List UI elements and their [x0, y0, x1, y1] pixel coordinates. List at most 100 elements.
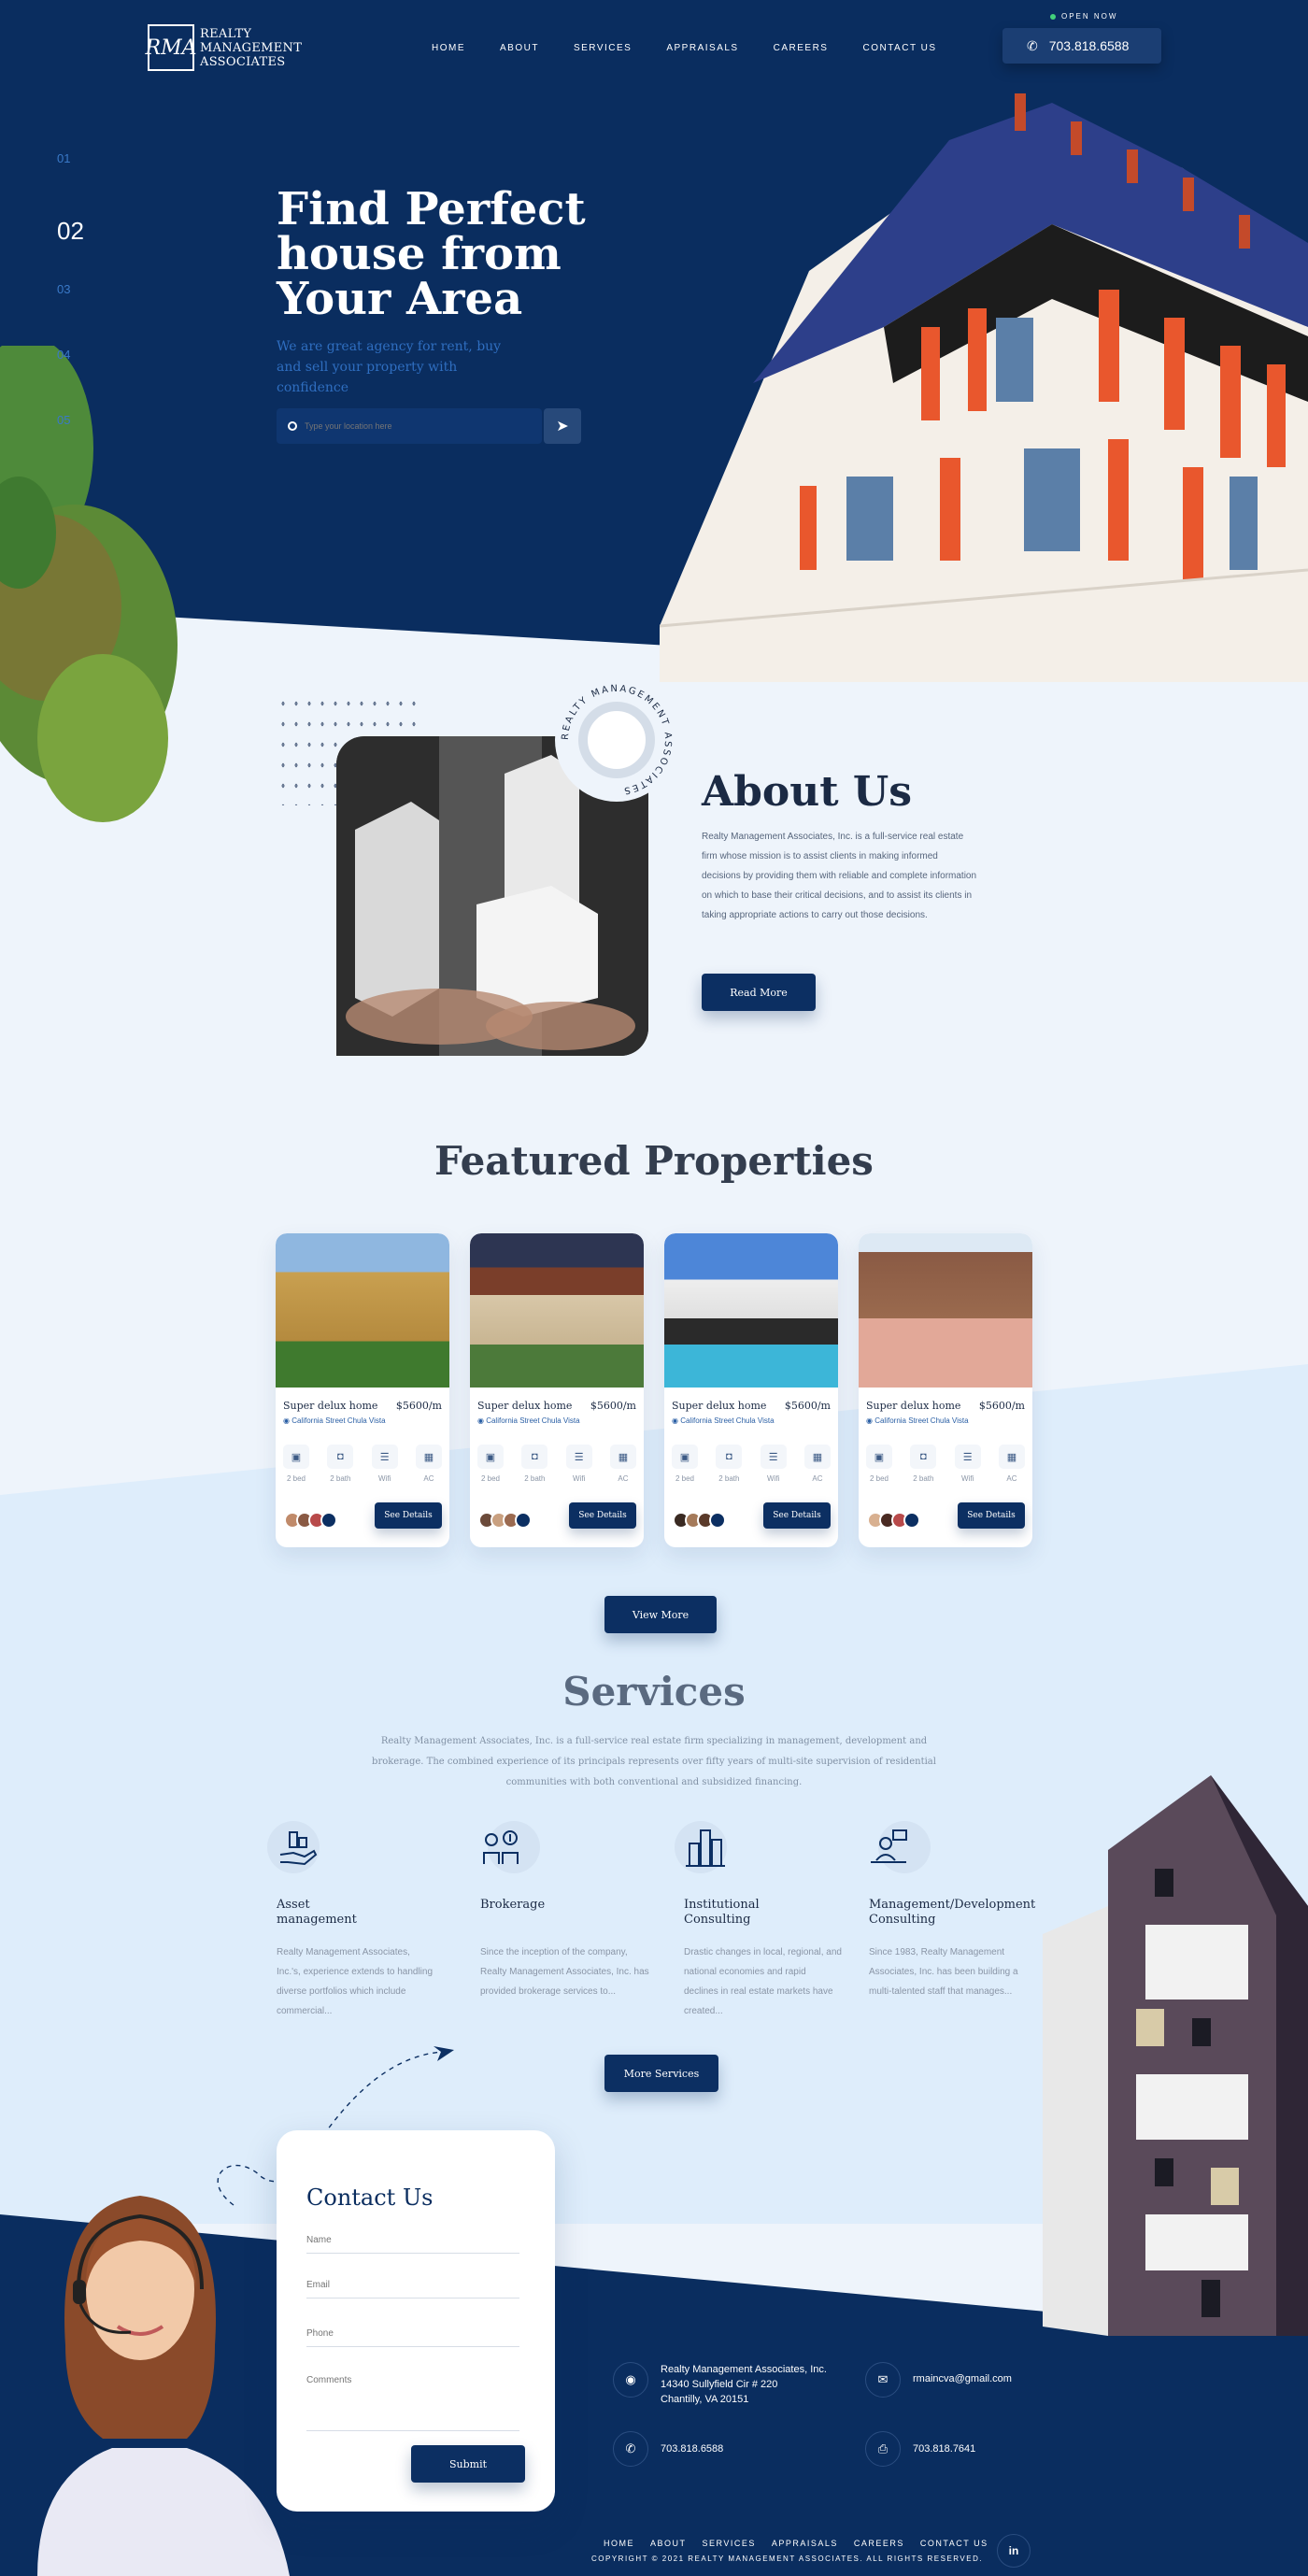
contact-title: Contact Us [306, 2185, 434, 2211]
footer-fax: 703.818.7641 [913, 2443, 976, 2455]
footer-nav-about[interactable]: ABOUT [650, 2539, 687, 2548]
property-photo [470, 1233, 644, 1388]
nav-contact-us[interactable]: CONTACT US [862, 43, 936, 53]
service-title: Brokerage [480, 1898, 545, 1913]
logo-line-2: MANAGEMENT [200, 40, 303, 55]
bed-icon: ▣ [477, 1445, 504, 1469]
amenity-label: Wifi [377, 1474, 391, 1483]
agent-avatars [673, 1512, 726, 1529]
skyscraper-icon [686, 1829, 725, 1867]
support-agent-image [37, 2196, 290, 2576]
property-price: $5600/m [784, 1400, 831, 1412]
consultant-desk-icon [871, 1829, 907, 1863]
footer-nav-home[interactable]: HOME [604, 2539, 634, 2548]
property-card[interactable]: Super delux home $5600/m ◉ California St… [470, 1233, 644, 1547]
footer-nav-services[interactable]: SERVICES [703, 2539, 756, 2548]
comments-field[interactable] [306, 2375, 519, 2431]
footer-street: 14340 Sullyfield Cir # 220 [661, 2379, 778, 2390]
open-now-label: OPEN NOW [1061, 12, 1118, 21]
services-title: Services [562, 1669, 746, 1715]
amenity-label: 2 bed [286, 1474, 306, 1483]
email-icon: ✉ [865, 2362, 901, 2398]
wifi-icon: ☰ [760, 1445, 787, 1469]
map-pin-icon: ◉ [613, 2362, 648, 2398]
footer-address: Realty Management Associates, Inc. 14340… [661, 2362, 827, 2407]
location-search-input[interactable] [305, 421, 519, 431]
amenity-wifi: ☰ Wifi [760, 1445, 787, 1483]
see-details-button[interactable]: See Details [958, 1502, 1025, 1529]
service-title-line-1: Institutional [684, 1898, 760, 1912]
ac-icon: ▦ [998, 1445, 1025, 1469]
property-card[interactable]: Super delux home $5600/m ◉ California St… [664, 1233, 838, 1547]
see-details-button[interactable]: See Details [569, 1502, 636, 1529]
slide-indicator-01[interactable]: 01 [57, 151, 84, 217]
amenity-label: Wifi [572, 1474, 586, 1483]
location-pin-icon: ◉ [866, 1416, 875, 1425]
submit-button[interactable]: Submit [411, 2445, 525, 2483]
amenity-bath: ◘ 2 bath [910, 1445, 937, 1483]
slide-indicator-04[interactable]: 04 [57, 348, 84, 413]
nav-about[interactable]: ABOUT [500, 43, 539, 53]
location-search [277, 408, 542, 444]
ac-icon: ▦ [609, 1445, 636, 1469]
name-field[interactable] [306, 2235, 519, 2254]
view-more-button[interactable]: View More [604, 1596, 717, 1633]
service-title-line-2: Consulting [869, 1913, 936, 1927]
service-title-line-1: Management/Development [869, 1898, 1036, 1912]
footer-phone[interactable]: 703.818.6588 [661, 2441, 723, 2456]
rotating-badge: REALTY MANAGEMENT ASSOCIATES [555, 678, 678, 802]
amenity-bed: ▣ 2 bed [283, 1445, 309, 1483]
slide-indicator-03[interactable]: 03 [57, 282, 84, 348]
slide-indicator-02[interactable]: 02 [57, 217, 84, 282]
amenity-ac: ▦ AC [609, 1445, 636, 1483]
footer-nav-appraisals[interactable]: APPRAISALS [772, 2539, 838, 2548]
brand-logo[interactable]: RMA REALTY MANAGEMENT ASSOCIATES [146, 24, 302, 71]
amenity-label: AC [423, 1474, 434, 1483]
service-title-line-1: Asset [277, 1898, 310, 1912]
footer-nav-careers[interactable]: CAREERS [854, 2539, 904, 2548]
featured-title: Featured Properties [434, 1138, 874, 1184]
property-photo [276, 1233, 449, 1388]
service-title: Management/Development Consulting [869, 1898, 1035, 1928]
footer-email[interactable]: rmaincva@gmail.com [913, 2371, 1012, 2386]
tree-foliage-image [0, 346, 178, 822]
hero-title-line-1: Find Perfect [277, 183, 586, 235]
service-text: Since 1983, Realty Management Associates… [869, 1947, 1018, 1997]
amenity-list: ▣ 2 bed ◘ 2 bath ☰ Wifi ▦ AC [477, 1445, 636, 1483]
nav-careers[interactable]: CAREERS [774, 43, 829, 53]
location-pin-icon: ◉ [672, 1416, 681, 1425]
search-submit-button[interactable]: ➤ [544, 408, 581, 444]
email-field[interactable] [306, 2280, 519, 2298]
slide-indicator-05[interactable]: 05 [57, 413, 84, 478]
header-phone-button[interactable]: ✆ 703.818.6588 [1002, 28, 1161, 64]
more-services-button[interactable]: More Services [604, 2055, 718, 2092]
property-card[interactable]: Super delux home $5600/m ◉ California St… [859, 1233, 1032, 1547]
tower-building-image [1043, 1775, 1308, 2336]
property-photo [664, 1233, 838, 1388]
property-price: $5600/m [395, 1400, 442, 1412]
phone-icon: ✆ [613, 2431, 648, 2467]
more-avatars [515, 1512, 532, 1529]
nav-services[interactable]: SERVICES [574, 43, 632, 53]
read-more-button[interactable]: Read More [702, 974, 816, 1011]
wifi-icon: ☰ [565, 1445, 592, 1469]
see-details-button[interactable]: See Details [763, 1502, 831, 1529]
service-text: Drastic changes in local, regional, and … [684, 1947, 842, 2016]
property-cards: Super delux home $5600/m ◉ California St… [276, 1233, 1032, 1547]
nav-appraisals[interactable]: APPRAISALS [666, 43, 738, 53]
service-text: Since the inception of the company, Real… [480, 1947, 649, 1997]
logo-mark: RMA [146, 24, 197, 71]
nav-home[interactable]: HOME [432, 43, 465, 53]
see-details-button[interactable]: See Details [375, 1502, 442, 1529]
logo-line-1: REALTY [200, 26, 252, 41]
property-card[interactable]: Super delux home $5600/m ◉ California St… [276, 1233, 449, 1547]
service-title-line-2: Consulting [684, 1913, 751, 1927]
phone-field[interactable] [306, 2328, 519, 2347]
linkedin-icon[interactable]: in [997, 2534, 1031, 2568]
footer-nav-contact-us[interactable]: CONTACT US [920, 2539, 988, 2548]
footer-nav: HOME ABOUT SERVICES APPRAISALS CAREERS C… [604, 2539, 988, 2548]
logo-text: REALTY MANAGEMENT ASSOCIATES [200, 27, 302, 69]
bath-icon: ◘ [910, 1445, 937, 1469]
amenity-label: 2 bath [718, 1474, 740, 1483]
service-title-line-1: Brokerage [480, 1898, 546, 1912]
